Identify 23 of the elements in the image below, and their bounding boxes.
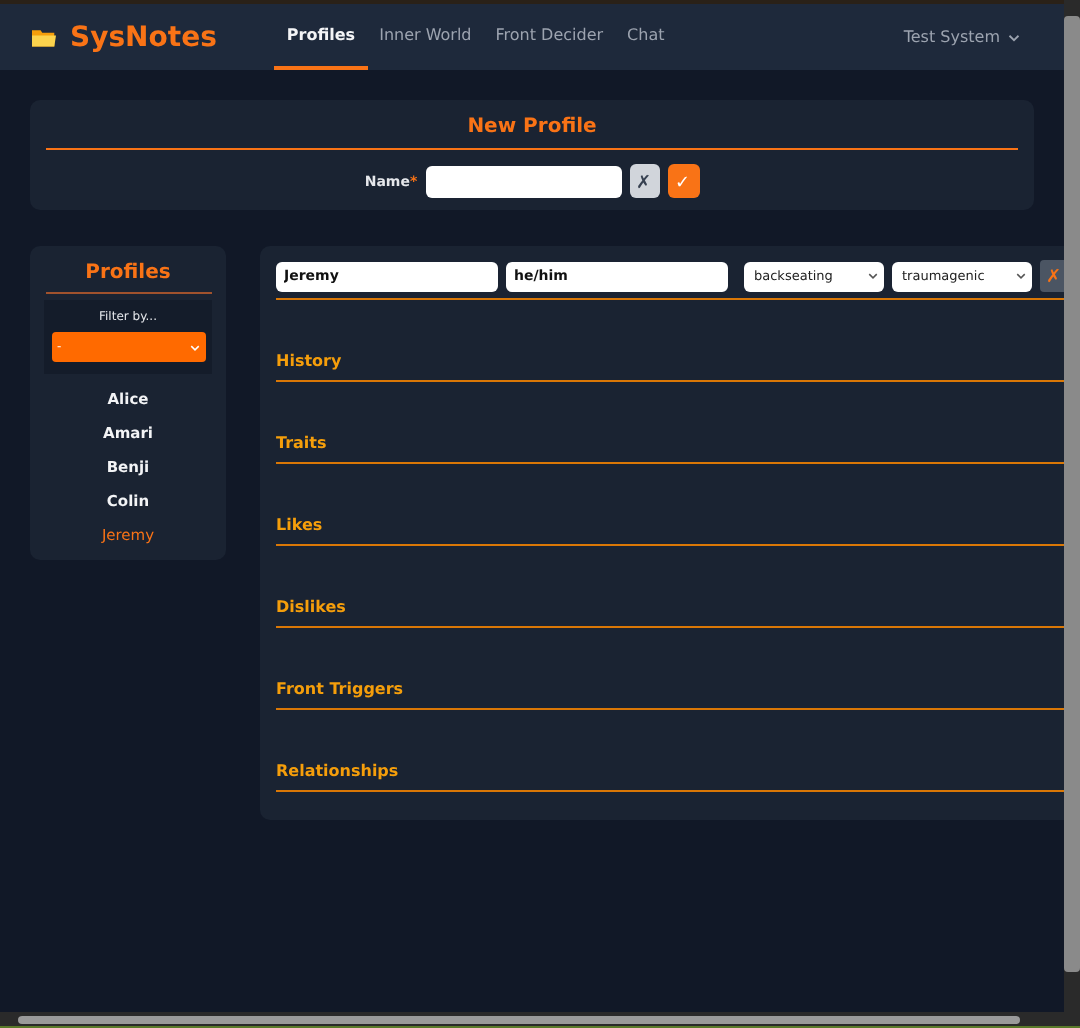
section-heading[interactable]: Traits	[276, 434, 327, 452]
nav-tab[interactable]: Inner World	[367, 4, 484, 70]
folder-icon	[32, 27, 56, 47]
section-heading[interactable]: History	[276, 352, 342, 370]
section-heading[interactable]: Front Triggers	[276, 680, 404, 698]
nav-tab[interactable]: Front Decider	[483, 4, 616, 70]
nav-tab[interactable]: Chat	[615, 4, 677, 70]
sidebar-title: Profiles	[85, 262, 171, 284]
cancel-button[interactable]: ✗	[629, 164, 660, 198]
section-heading[interactable]: Relationships	[276, 762, 399, 780]
chevron-icon	[189, 343, 199, 351]
system-menu[interactable]: Test System	[903, 28, 1020, 46]
section-heading[interactable]: Dislikes	[276, 598, 346, 616]
chevron-icon	[1008, 33, 1020, 41]
section-heading[interactable]: Likes	[276, 516, 323, 534]
card-title: New Profile	[465, 116, 599, 138]
horizontal-scrollbar[interactable]	[0, 1012, 1080, 1028]
chevron-icon	[868, 272, 878, 280]
nav-tab[interactable]: Profiles	[274, 4, 368, 70]
app-logo-text[interactable]: SysNotes	[70, 21, 217, 53]
chevron-icon	[1016, 272, 1026, 280]
name-field[interactable]	[425, 165, 622, 197]
vertical-scrollbar[interactable]	[1064, 0, 1080, 1012]
